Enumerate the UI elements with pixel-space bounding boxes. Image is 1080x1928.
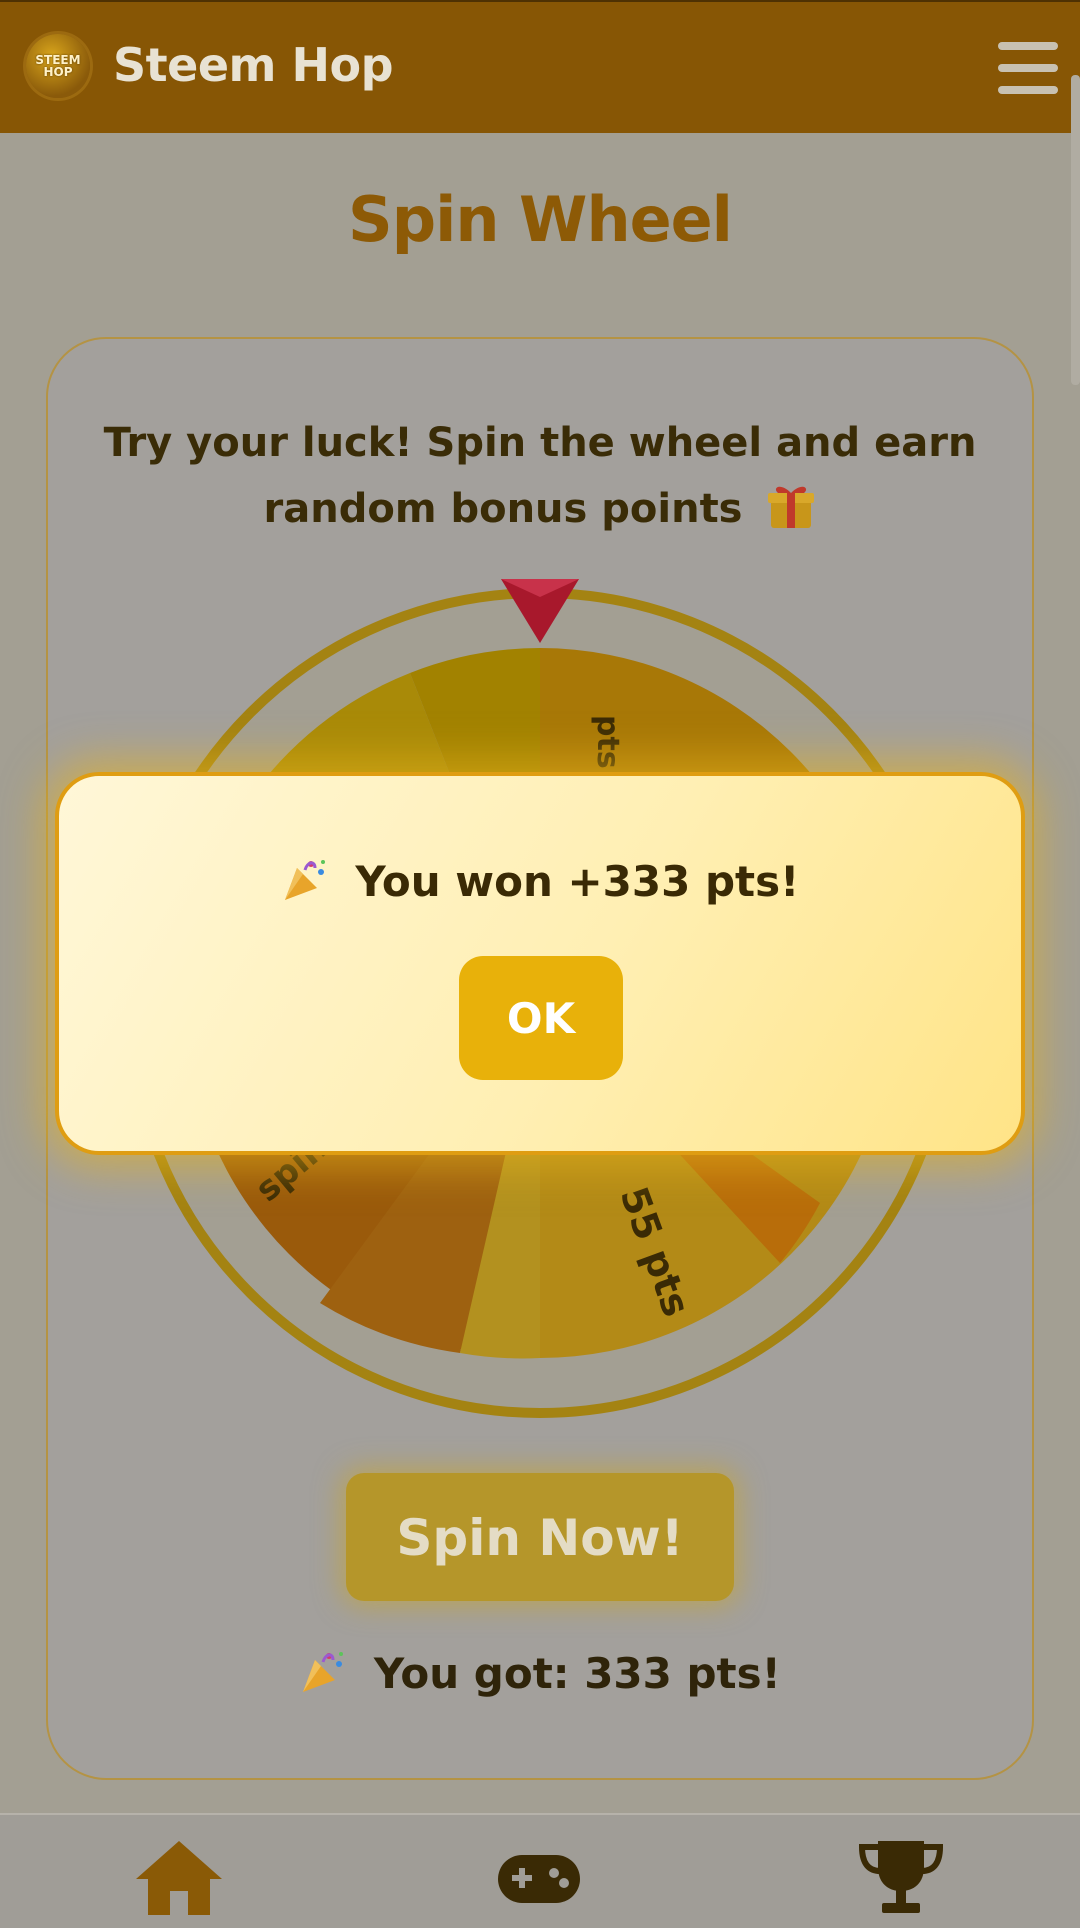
modal-message-text: You won +333 pts! <box>355 857 800 906</box>
logo-text: STEEM HOP <box>35 53 81 79</box>
party-popper-icon <box>303 1652 344 1692</box>
app-logo[interactable]: STEEM HOP <box>26 34 90 98</box>
party-popper-icon <box>284 860 325 900</box>
wheel-label-top: pts <box>590 715 625 769</box>
page-title: Spin Wheel <box>348 183 733 256</box>
gamepad-icon[interactable] <box>494 1837 584 1917</box>
gift-icon <box>768 486 815 528</box>
modal-message: You won +333 pts! <box>59 856 1021 906</box>
trophy-icon[interactable] <box>856 1837 946 1917</box>
home-icon[interactable] <box>134 1837 224 1917</box>
bottom-navigation <box>0 1813 1080 1928</box>
app-title[interactable]: Steem Hop <box>113 38 394 92</box>
wheel-pointer-icon <box>501 579 579 643</box>
spin-now-button[interactable]: Spin Now! <box>346 1473 734 1601</box>
spin-result: You got: 333 pts! <box>0 1648 1080 1698</box>
win-modal: You won +333 pts! OK <box>55 772 1025 1155</box>
card-description: Try your luck! Spin the wheel and earn r… <box>80 410 1000 542</box>
hamburger-menu-icon[interactable] <box>998 42 1058 94</box>
app-header: STEEM HOP Steem Hop <box>0 0 1080 133</box>
result-text: You got: 333 pts! <box>373 1649 781 1698</box>
description-text: Try your luck! Spin the wheel and earn r… <box>103 420 977 532</box>
ok-button[interactable]: OK <box>459 956 623 1080</box>
